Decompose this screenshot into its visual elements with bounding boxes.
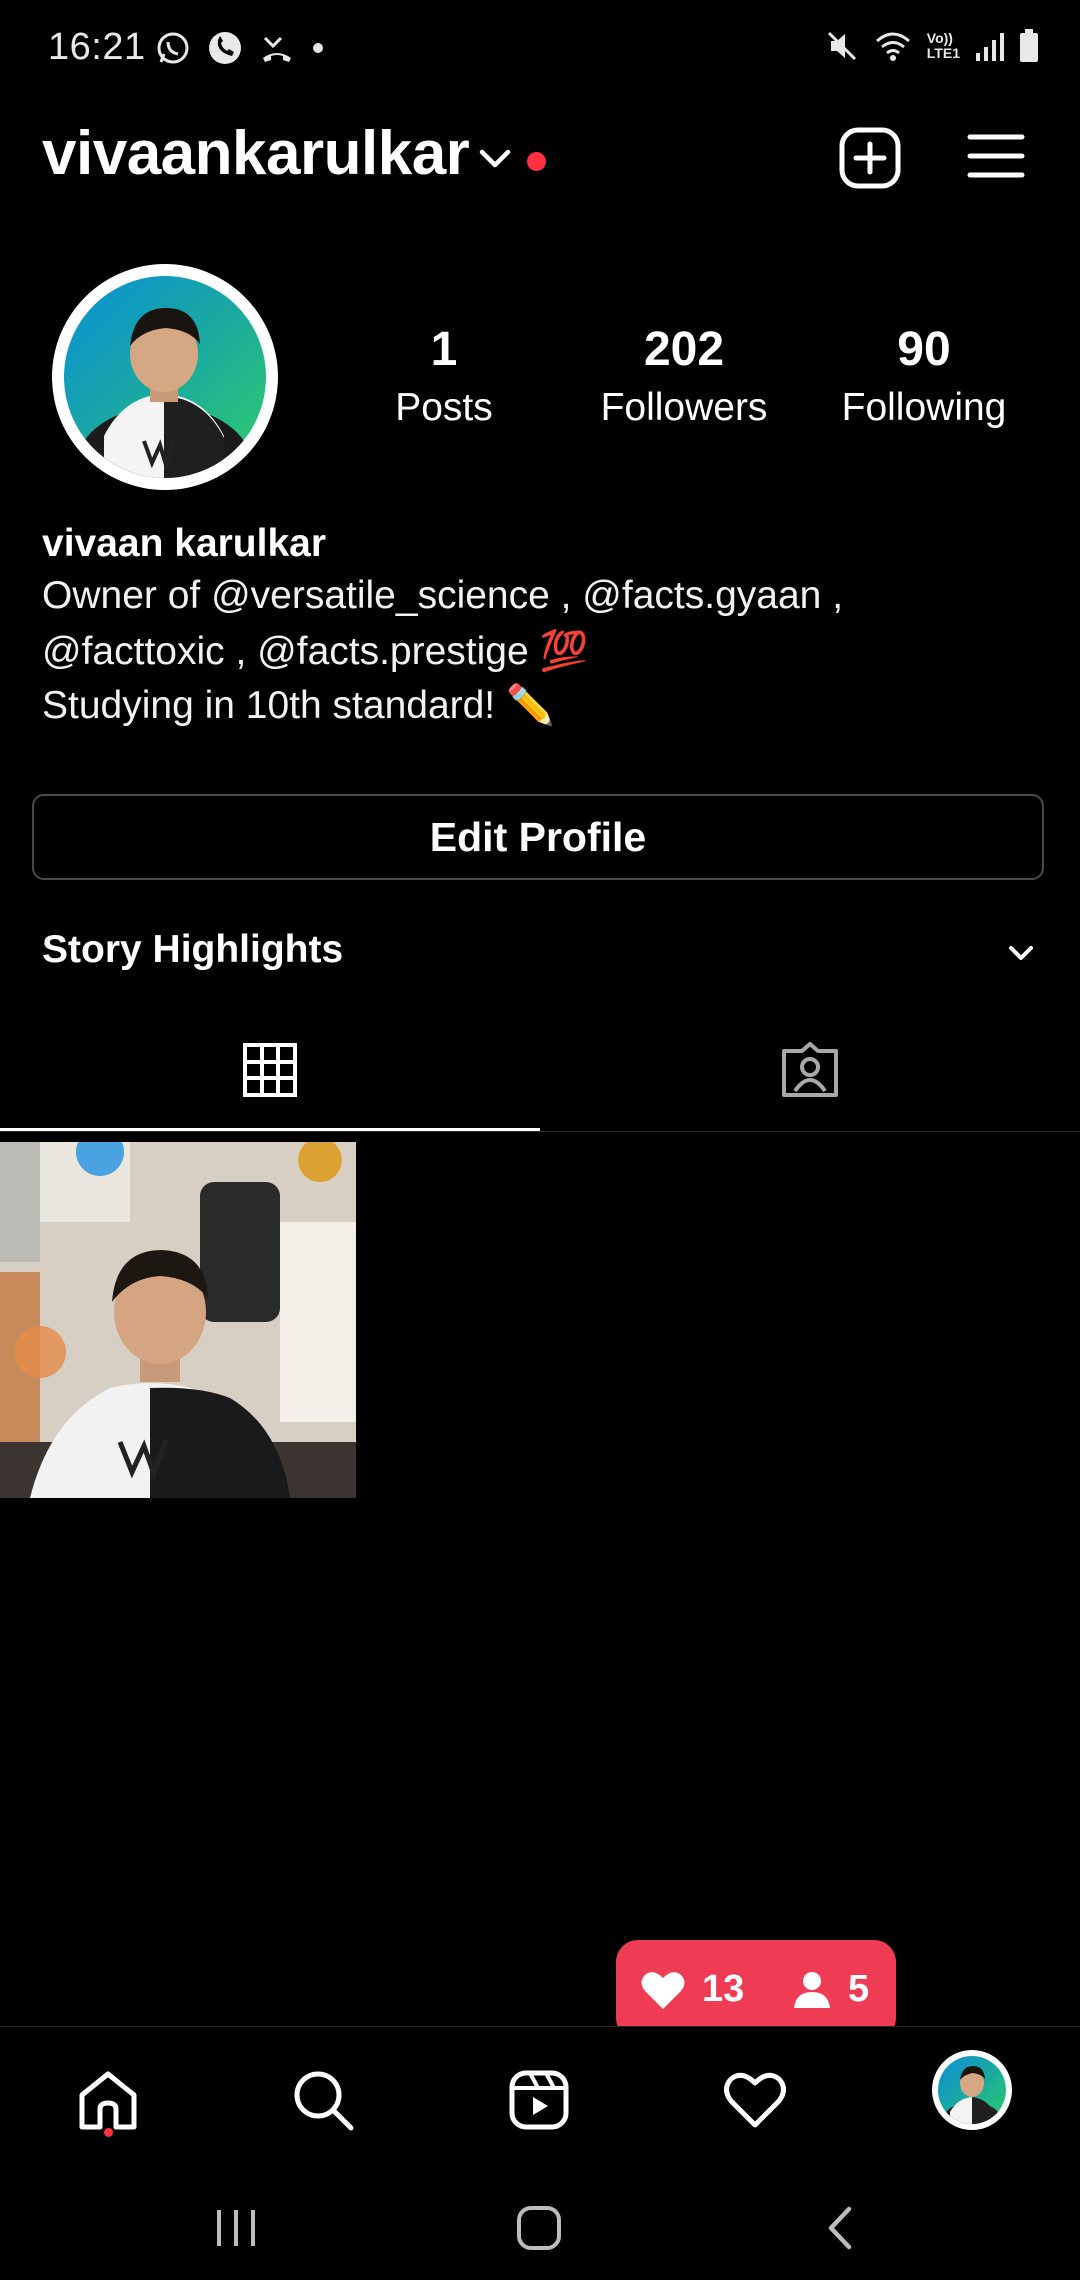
volte-label: Vo)) LTE1 [926, 30, 960, 61]
search-icon [291, 2068, 355, 2132]
profile-full-name: vivaan karulkar [42, 522, 327, 565]
stat-value: 202 [643, 323, 725, 376]
bio-line: Studying in 10th standard! ✏️ [42, 684, 555, 727]
reels-icon [508, 2069, 570, 2131]
stat-followers[interactable]: 202 Followers [584, 322, 784, 434]
nav-activity[interactable] [715, 2060, 795, 2140]
nav-reels[interactable] [499, 2060, 579, 2140]
status-time: 16:21 [48, 26, 146, 68]
stat-value: 1 [430, 323, 458, 376]
stat-following[interactable]: 90 Following [824, 322, 1024, 434]
edit-profile-button[interactable]: Edit Profile [32, 794, 1044, 880]
heart-filled-icon [640, 1969, 686, 2011]
recent-apps-button[interactable] [196, 2188, 276, 2268]
active-tab-indicator [0, 1128, 540, 1131]
dot-icon [311, 30, 325, 66]
likes-count: 13 [640, 1968, 744, 2011]
stat-value: 90 [897, 323, 951, 376]
heart-icon [723, 2071, 787, 2129]
tab-posts-grid[interactable] [0, 1010, 540, 1130]
followers-count: 5 [792, 1968, 869, 2011]
stat-label: Posts [395, 386, 493, 429]
chevron-down-icon[interactable] [1006, 942, 1036, 964]
tab-divider [0, 1131, 1080, 1132]
profile-username[interactable]: vivaankarulkar [42, 118, 470, 189]
home-icon [76, 2069, 140, 2131]
back-chevron-icon [823, 2203, 857, 2253]
tab-tagged[interactable] [540, 1010, 1080, 1130]
story-highlights-title[interactable]: Story Highlights [42, 928, 343, 972]
profile-avatar-small[interactable] [938, 2056, 1006, 2124]
person-icon [792, 1970, 832, 2010]
profile-avatar[interactable] [64, 276, 266, 478]
menu-hamburger-icon[interactable] [967, 132, 1025, 180]
mute-icon [825, 29, 859, 63]
home-rounded-square-icon [514, 2203, 564, 2253]
home-notification-dot [104, 2128, 113, 2137]
tagged-icon [780, 1041, 840, 1099]
stat-label: Followers [600, 386, 768, 429]
missed-call-icon [259, 30, 295, 66]
back-button[interactable] [800, 2188, 880, 2268]
new-post-button[interactable] [838, 126, 902, 190]
battery-icon [1018, 28, 1040, 64]
wifi-icon [873, 29, 913, 63]
bio-line[interactable]: Owner of @versatile_science , @facts.gya… [42, 574, 843, 618]
bio-line[interactable]: @facttoxic , @facts.prestige 💯 [42, 628, 588, 674]
status-bar: 16:21 Vo)) LTE1 [0, 0, 1080, 100]
likes-count-value: 13 [702, 1968, 745, 2010]
account-switch-chevron-icon[interactable] [478, 148, 512, 170]
status-system-icons: Vo)) LTE1 [825, 28, 1040, 64]
followers-count-value: 5 [848, 1968, 870, 2010]
recent-apps-icon [213, 2206, 259, 2250]
home-button[interactable] [499, 2188, 579, 2268]
grid-icon [242, 1042, 298, 1098]
call-icon [207, 30, 243, 66]
stat-posts[interactable]: 1 Posts [364, 322, 524, 434]
signal-icon [974, 29, 1004, 63]
post-thumbnail[interactable] [0, 1142, 356, 1498]
status-notification-icons [155, 30, 325, 66]
notification-dot [527, 152, 546, 171]
stat-label: Following [841, 386, 1007, 429]
whatsapp-icon [155, 30, 191, 66]
nav-search[interactable] [283, 2060, 363, 2140]
